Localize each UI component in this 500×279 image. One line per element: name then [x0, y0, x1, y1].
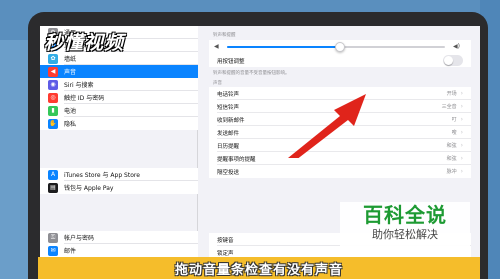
sound-setting-label: 隔空投送: [217, 169, 240, 176]
sound-setting-value: 脉冲: [446, 169, 457, 175]
sidebar-item-label: 电池: [64, 108, 77, 115]
sidebar-item[interactable]: ✋ 隐私: [40, 117, 198, 130]
speaker-high-icon: ◀): [453, 43, 460, 50]
sidebar-item[interactable]: AiTunes Store 与 App Store: [40, 168, 198, 181]
sound-setting-label: 短信铃声: [217, 104, 240, 111]
watermark-logo: 秒懂视频: [44, 32, 125, 54]
sidebar-item-label: 墙纸: [64, 56, 77, 63]
sidebar-item-label: iTunes Store 与 App Store: [64, 172, 140, 179]
sidebar-item[interactable]: ▮ 电池: [40, 104, 198, 117]
toggle-knob: [444, 56, 453, 65]
sound-setting-value: 和弦: [446, 143, 457, 149]
sound-setting-value: 开场: [446, 91, 457, 97]
brand-subtitle: 助你轻松解决: [372, 228, 438, 241]
sidebar-group-store: AiTunes Store 与 App Store ▤ 钱包与 Apple Pay: [40, 168, 198, 194]
sound-setting-value: 三全音: [441, 104, 457, 110]
sidebar-item[interactable]: ◎ 触控 ID 与密码: [40, 91, 198, 104]
lock-sound-label: 锁定声: [217, 250, 234, 257]
keyboard-clicks-label: 按键音: [217, 237, 234, 244]
sidebar-item-label: 隐私: [64, 121, 77, 128]
volume-card: ◀ ◀) 用按钮调整: [209, 40, 471, 67]
privacy-hand-icon: ✋: [48, 118, 58, 129]
sounds-caption: 声音: [213, 81, 222, 86]
sidebar-item[interactable]: ✉ 邮件: [40, 244, 198, 257]
chevron-right-icon: ›: [460, 116, 463, 123]
chevron-right-icon: ›: [460, 90, 463, 97]
chevron-right-icon: ›: [460, 155, 463, 162]
sound-setting-value: 和弦: [446, 156, 457, 162]
adjust-with-buttons-label: 用按钮调整: [217, 58, 245, 65]
sound-setting-label: 发送邮件: [217, 130, 240, 137]
adjust-with-buttons-toggle[interactable]: [443, 55, 463, 66]
sidebar-item-label: 声音: [64, 69, 77, 76]
speaker-low-icon: ◀: [214, 43, 219, 50]
chevron-right-icon: ›: [460, 129, 463, 136]
sidebar-item-label: 触控 ID 与密码: [64, 95, 105, 102]
sound-setting-label: 电话铃声: [217, 91, 240, 98]
sidebar-group-accounts: ⚿ 帐户与密码 ✉ 邮件: [40, 231, 198, 257]
brand-title: 百科全说: [363, 203, 447, 227]
subtitle-text: 拖动音量条检查有没有声音: [174, 262, 343, 278]
subtitle-bar: 拖动音量条检查有没有声音: [38, 257, 480, 279]
adjust-caption: 铃声和提醒的音量不受音量按钮影响。: [213, 71, 290, 76]
speaker-icon: ◀: [48, 66, 58, 77]
red-arrow-annotation: [288, 94, 366, 158]
siri-icon: ◉: [48, 79, 58, 90]
sound-setting-value: 叮: [451, 117, 457, 123]
brand-badge: 百科全说 助你轻松解决: [340, 202, 470, 252]
chevron-right-icon: ›: [460, 142, 463, 149]
sidebar-item-label: 邮件: [64, 248, 77, 255]
sound-setting-label: 日历提醒: [217, 143, 240, 150]
volume-slider-fill: [227, 46, 341, 48]
sound-setting-label: 提醒事项的提醒: [217, 156, 256, 163]
volume-caption: 铃声和提醒: [213, 33, 236, 38]
sound-setting-value: 嗖: [451, 130, 457, 136]
volume-slider[interactable]: [227, 42, 445, 52]
volume-slider-row: ◀ ◀): [209, 40, 471, 54]
sound-setting-row[interactable]: 隔空投送 脉冲 ›: [209, 165, 471, 178]
sidebar-item[interactable]: ◀ 声音: [40, 65, 198, 78]
app-store-icon: A: [48, 169, 58, 180]
sidebar-item-label: 帐户与密码: [64, 235, 95, 242]
sidebar-item-label: 钱包与 Apple Pay: [64, 185, 114, 192]
sidebar-item[interactable]: ▤ 钱包与 Apple Pay: [40, 181, 198, 194]
mail-icon: ✉: [48, 245, 58, 256]
wallpaper-icon: ✿: [48, 53, 58, 64]
chevron-right-icon: ›: [460, 168, 463, 175]
sound-setting-label: 收到新邮件: [217, 117, 245, 124]
battery-icon: ▮: [48, 105, 58, 116]
fingerprint-icon: ◎: [48, 92, 58, 103]
sidebar-item[interactable]: ◉ Siri 与搜索: [40, 78, 198, 91]
sidebar-item[interactable]: ⚿ 帐户与密码: [40, 231, 198, 244]
chevron-right-icon: ›: [460, 103, 463, 110]
sidebar-item-label: Siri 与搜索: [64, 82, 94, 89]
adjust-with-buttons-row: 用按钮调整: [209, 54, 471, 67]
settings-sidebar: ⚙ 通用 A 显示与亮度 ✿ 墙纸 ◀ 声音 ◉ Siri 与搜索 ◎ 触控 ID 与密码 ▮ 电池 ✋ 隐私…: [40, 26, 198, 279]
key-icon: ⚿: [48, 232, 58, 243]
volume-slider-thumb[interactable]: [335, 42, 346, 52]
wallet-icon: ▤: [48, 182, 58, 193]
